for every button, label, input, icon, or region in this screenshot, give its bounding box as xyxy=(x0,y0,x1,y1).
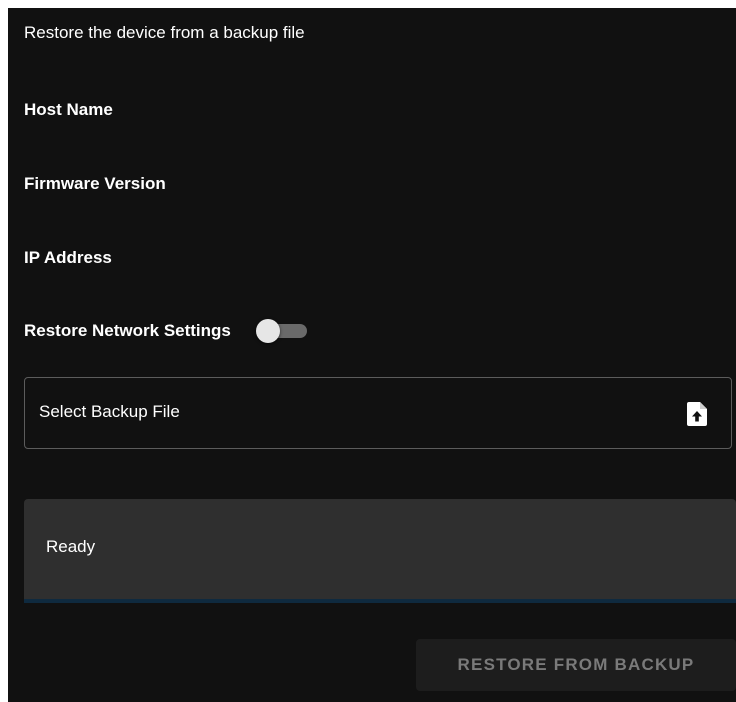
firmware-version-label: Firmware Version xyxy=(24,174,166,193)
dialog-subtitle: Restore the device from a backup file xyxy=(24,23,305,42)
restore-backup-panel: Restore the device from a backup file Ho… xyxy=(8,8,736,702)
restore-network-row: Restore Network Settings xyxy=(24,318,309,344)
select-backup-file-label: Select Backup File xyxy=(39,402,180,421)
status-field: Ready xyxy=(24,499,736,603)
restore-network-settings-label: Restore Network Settings xyxy=(24,321,231,340)
ip-address-label: IP Address xyxy=(24,248,112,267)
file-upload-icon[interactable] xyxy=(687,402,707,426)
restore-from-backup-button[interactable]: RESTORE FROM BACKUP xyxy=(416,639,736,691)
status-text: Ready xyxy=(46,537,96,556)
host-name-label: Host Name xyxy=(24,100,113,119)
status-underline xyxy=(24,599,736,603)
select-backup-file-field[interactable]: Select Backup File xyxy=(24,377,732,449)
restore-network-settings-toggle[interactable] xyxy=(255,318,309,344)
toggle-thumb xyxy=(255,319,280,343)
